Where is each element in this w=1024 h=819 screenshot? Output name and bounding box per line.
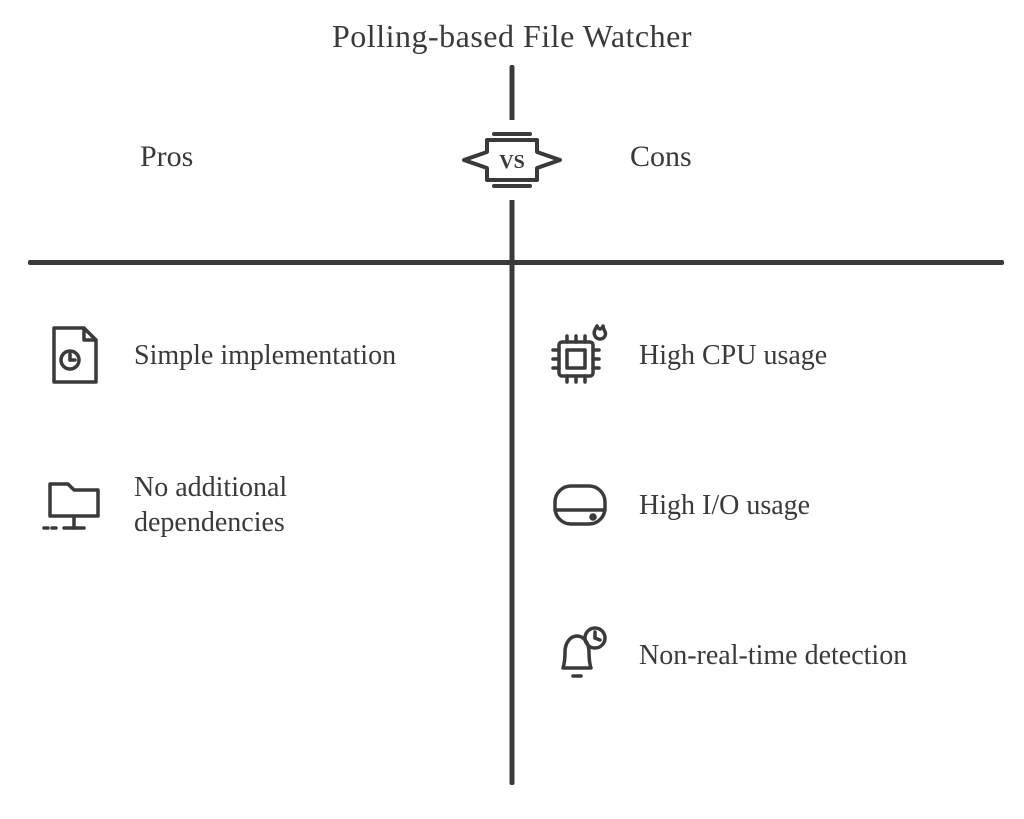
bell-clock-icon xyxy=(545,620,615,690)
pros-item: Simple implementation xyxy=(40,320,396,390)
file-clock-icon xyxy=(40,320,110,390)
horizontal-divider xyxy=(28,260,1004,265)
cons-item-text: High I/O usage xyxy=(639,488,810,523)
pros-item-text: Simple implementation xyxy=(134,338,396,373)
pros-header: Pros xyxy=(140,140,193,174)
pros-item: No additional dependencies xyxy=(40,470,434,540)
diagram-title: Polling-based File Watcher xyxy=(332,18,692,55)
pros-item-text: No additional dependencies xyxy=(134,470,434,540)
vs-badge: VS xyxy=(452,120,572,200)
cpu-fire-icon xyxy=(545,320,615,390)
disk-icon xyxy=(545,470,615,540)
vs-label: VS xyxy=(499,151,525,173)
cons-item: High I/O usage xyxy=(545,470,810,540)
cons-item-text: High CPU usage xyxy=(639,338,827,373)
cons-item: High CPU usage xyxy=(545,320,827,390)
cons-item: Non-real-time detection xyxy=(545,620,907,690)
cons-item-text: Non-real-time detection xyxy=(639,638,907,673)
cons-header: Cons xyxy=(630,140,692,174)
folder-network-icon xyxy=(40,470,110,540)
